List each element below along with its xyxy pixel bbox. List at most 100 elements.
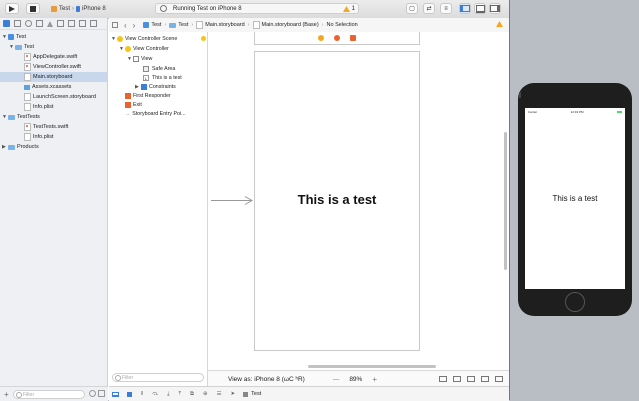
memory-graph-icon[interactable]: ⊕ xyxy=(203,391,208,397)
pause-icon[interactable]: ‖ xyxy=(141,391,143,397)
outline-exit[interactable]: Exit xyxy=(125,100,142,109)
stop-button[interactable] xyxy=(26,3,40,14)
tree-row-assets[interactable]: Assets.xcassets xyxy=(0,82,108,92)
tree-row-testtests-swift[interactable]: TestTests.swift xyxy=(0,122,108,132)
warning-count: 1 xyxy=(351,5,355,12)
source-control-filter-icon[interactable] xyxy=(98,390,105,397)
symbol-icon[interactable] xyxy=(25,20,32,27)
add-icon[interactable]: + xyxy=(4,390,9,399)
tree-row-appdelegate[interactable]: AppDelegate.swift xyxy=(0,52,108,62)
scheme-selector[interactable]: Test › iPhone 8 xyxy=(51,3,106,14)
project-navigator: ▼ Test ▼ Test AppDelegate.swift ViewCont… xyxy=(0,18,108,401)
entry-point-arrow[interactable] xyxy=(211,196,254,205)
forward-arrow-icon[interactable]: › xyxy=(133,21,136,30)
debug-target[interactable]: Test xyxy=(251,391,261,397)
jumpbar-crumb[interactable]: Main.storyboard xyxy=(205,22,244,28)
find-icon[interactable] xyxy=(36,20,43,27)
canvas-label[interactable]: This is a test xyxy=(254,192,420,207)
first-responder-dock-icon[interactable] xyxy=(334,35,340,41)
tree-row-launchscreen[interactable]: LaunchScreen.storyboard xyxy=(0,92,108,102)
outline-first-responder[interactable]: First Responder xyxy=(125,91,171,100)
tree-row-group-products[interactable]: ▶ Products xyxy=(0,142,108,152)
test-icon[interactable] xyxy=(57,20,64,27)
scene-status-icon xyxy=(201,36,206,41)
outline-entry-point[interactable]: → Storyboard Entry Poi... xyxy=(125,109,186,118)
view-controller-dock-icon[interactable] xyxy=(318,35,324,41)
related-items-icon[interactable] xyxy=(112,22,118,28)
label-icon: L xyxy=(143,74,149,81)
horizontal-scrollbar[interactable] xyxy=(308,365,436,368)
breakpoint-icon[interactable] xyxy=(79,20,86,27)
outline-view-controller[interactable]: ▼ View Controller xyxy=(119,44,169,53)
tree-row-project[interactable]: ▼ Test xyxy=(0,32,108,42)
outline-scene[interactable]: ▼ View Controller Scene xyxy=(111,34,206,43)
view-hierarchy-icon[interactable]: ⧉ xyxy=(190,391,194,398)
issue-icon[interactable] xyxy=(47,20,53,27)
folder-tab-icon[interactable] xyxy=(3,20,10,27)
back-arrow-icon[interactable]: ‹ xyxy=(124,21,127,30)
warning-indicator[interactable]: 1 xyxy=(342,5,355,12)
jumpbar-crumb[interactable]: Test xyxy=(178,22,188,28)
outline-constraints[interactable]: ▶ Constraints xyxy=(135,82,176,91)
storyboard-file-icon xyxy=(196,21,204,29)
report-icon[interactable] xyxy=(90,20,97,27)
vertical-scrollbar[interactable] xyxy=(504,132,507,270)
canvas-bottom-bar: View as: iPhone 8 (ωC ʰR) — 89% + xyxy=(208,370,509,387)
code-review-button[interactable]: ⇄ xyxy=(423,3,435,14)
zoom-in-button[interactable]: + xyxy=(372,375,377,384)
tree-row-main-storyboard[interactable]: Main.storyboard xyxy=(0,72,108,82)
jumpbar-warning-icon[interactable] xyxy=(496,21,503,29)
align-icon[interactable] xyxy=(467,376,475,382)
step-in-icon[interactable]: ⤓ xyxy=(167,391,169,398)
iphone-icon xyxy=(76,5,81,12)
inspector-toggle-button[interactable] xyxy=(489,3,501,14)
jumpbar-crumb[interactable]: No Selection xyxy=(327,22,358,28)
side-button[interactable] xyxy=(519,92,521,98)
device-configuration[interactable]: View as: iPhone 8 (ωC ʰR) xyxy=(228,376,305,383)
project-icon xyxy=(8,34,14,40)
outline-label-item[interactable]: L This is a test xyxy=(143,73,182,82)
carrier-label: Carrier xyxy=(528,109,538,114)
location-icon[interactable]: ➤ xyxy=(231,391,236,397)
breakpoints-icon[interactable] xyxy=(127,391,132,397)
battery-icon xyxy=(616,110,622,113)
filter-placeholder: Filter xyxy=(23,391,35,398)
editor-options-button[interactable]: ≡ xyxy=(440,3,452,14)
exit-dock-icon[interactable] xyxy=(350,35,356,41)
navigator-toggle-button[interactable] xyxy=(459,3,471,14)
tree-row-group-testtests[interactable]: ▼ TestTests xyxy=(0,112,108,122)
tree-row-viewcontroller[interactable]: ViewController.swift xyxy=(0,62,108,72)
storyboard-canvas[interactable]: This is a test xyxy=(208,32,509,370)
debug-area-toggle-button[interactable] xyxy=(474,3,486,14)
update-frames-icon[interactable] xyxy=(439,376,447,382)
debug-icon[interactable] xyxy=(68,20,75,27)
home-button[interactable] xyxy=(565,292,585,312)
step-out-icon[interactable]: ⤒ xyxy=(179,391,181,398)
chevron-right-icon: › xyxy=(247,22,250,28)
zoom-out-button[interactable]: — xyxy=(333,376,340,383)
navigator-filter-bar: + Filter xyxy=(0,386,108,401)
outline-safe-area[interactable]: Safe Area xyxy=(143,64,175,73)
tree-row-tests-info-plist[interactable]: Info.plist xyxy=(0,132,108,142)
step-over-icon[interactable]: ⤼ xyxy=(152,391,158,398)
tree-row-group-test[interactable]: ▼ Test xyxy=(0,42,108,52)
embed-in-icon[interactable] xyxy=(453,376,461,382)
right-panel-icon xyxy=(490,5,500,12)
tree-row-info-plist[interactable]: Info.plist xyxy=(0,102,108,112)
library-button[interactable]: ▢ xyxy=(406,3,418,14)
navigator-filter-input[interactable]: Filter xyxy=(13,390,85,399)
run-button[interactable] xyxy=(5,3,19,14)
tree-label: AppDelegate.swift xyxy=(33,54,78,60)
debug-area-icon[interactable] xyxy=(112,391,119,397)
environment-icon[interactable]: ☰ xyxy=(217,391,222,397)
recent-files-icon[interactable] xyxy=(89,390,96,397)
jumpbar-crumb[interactable]: Test xyxy=(151,22,161,28)
outline-view[interactable]: ▼ View xyxy=(127,54,152,63)
source-control-icon[interactable] xyxy=(14,20,21,27)
resolve-issues-icon[interactable] xyxy=(495,376,503,382)
add-constraints-icon[interactable] xyxy=(481,376,489,382)
outline-filter-input[interactable]: Filter xyxy=(112,373,204,382)
tree-label: Info.plist xyxy=(33,134,54,140)
asset-catalog-icon xyxy=(24,84,30,90)
jumpbar-crumb[interactable]: Main.storyboard (Base) xyxy=(262,22,319,28)
